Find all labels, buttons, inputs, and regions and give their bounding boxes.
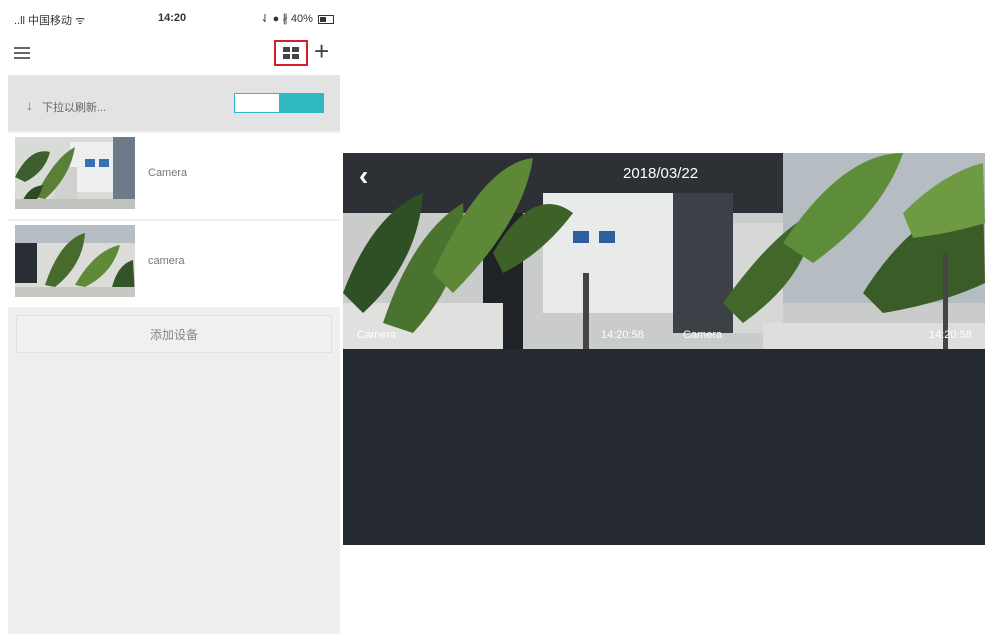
pull-to-refresh-bar: ↓ 下拉以刷新...	[8, 75, 340, 131]
list-item[interactable]: Camera	[8, 133, 340, 219]
grid-view-button[interactable]	[274, 40, 308, 66]
list-item[interactable]: camera	[8, 221, 340, 307]
add-button[interactable]: +	[314, 37, 329, 65]
feed-camera-name: Camera	[683, 329, 723, 341]
feed-camera-name: Camera	[357, 329, 397, 341]
phone-screen: ..ll 中国移动 ᯤ 14:20 ⇃ ● ∦ 40% + ↓ 下拉以刷新...	[8, 0, 340, 634]
carrier-signal: ..ll 中国移动 ᯤ	[14, 15, 86, 27]
grid-mode-option[interactable]	[235, 94, 279, 112]
multi-view-player: ‹ 2018/03/22 Camera 14:20:58 Camera 14:2…	[343, 153, 985, 545]
status-time: 14:20	[158, 12, 187, 24]
grid-view-icon	[283, 47, 299, 59]
status-indicators: ⇃ ● ∦ 40%	[260, 12, 334, 25]
add-device-button[interactable]: 添加设备	[16, 315, 332, 353]
camera-thumbnail	[15, 137, 135, 209]
camera-name: camera	[148, 255, 185, 267]
list-icon	[279, 98, 323, 108]
device-list: ↓ 下拉以刷新... Camera camera 添加设备	[8, 75, 340, 634]
camera-feed-image	[343, 153, 985, 349]
battery-icon	[318, 14, 334, 24]
playback-date: 2018/03/22	[623, 165, 699, 182]
status-bar: ..ll 中国移动 ᯤ 14:20 ⇃ ● ∦ 40%	[8, 0, 340, 34]
view-mode-switch[interactable]	[234, 93, 324, 113]
feed-timestamp: 14:20:58	[929, 329, 972, 341]
video-feeds: ‹ 2018/03/22 Camera 14:20:58 Camera 14:2…	[343, 153, 985, 349]
grid-icon	[235, 99, 279, 108]
hamburger-menu-icon[interactable]	[14, 44, 30, 60]
feed-timestamp: 14:20:58	[601, 329, 644, 341]
back-icon[interactable]: ‹	[359, 161, 368, 191]
camera-thumbnail	[15, 225, 135, 297]
camera-name: Camera	[148, 167, 188, 179]
battery-percent: ⇃ ● ∦ 40%	[260, 13, 313, 25]
pull-to-refresh-text: 下拉以刷新...	[42, 102, 107, 114]
down-arrow-icon: ↓	[26, 97, 33, 113]
list-mode-option[interactable]	[279, 94, 323, 112]
